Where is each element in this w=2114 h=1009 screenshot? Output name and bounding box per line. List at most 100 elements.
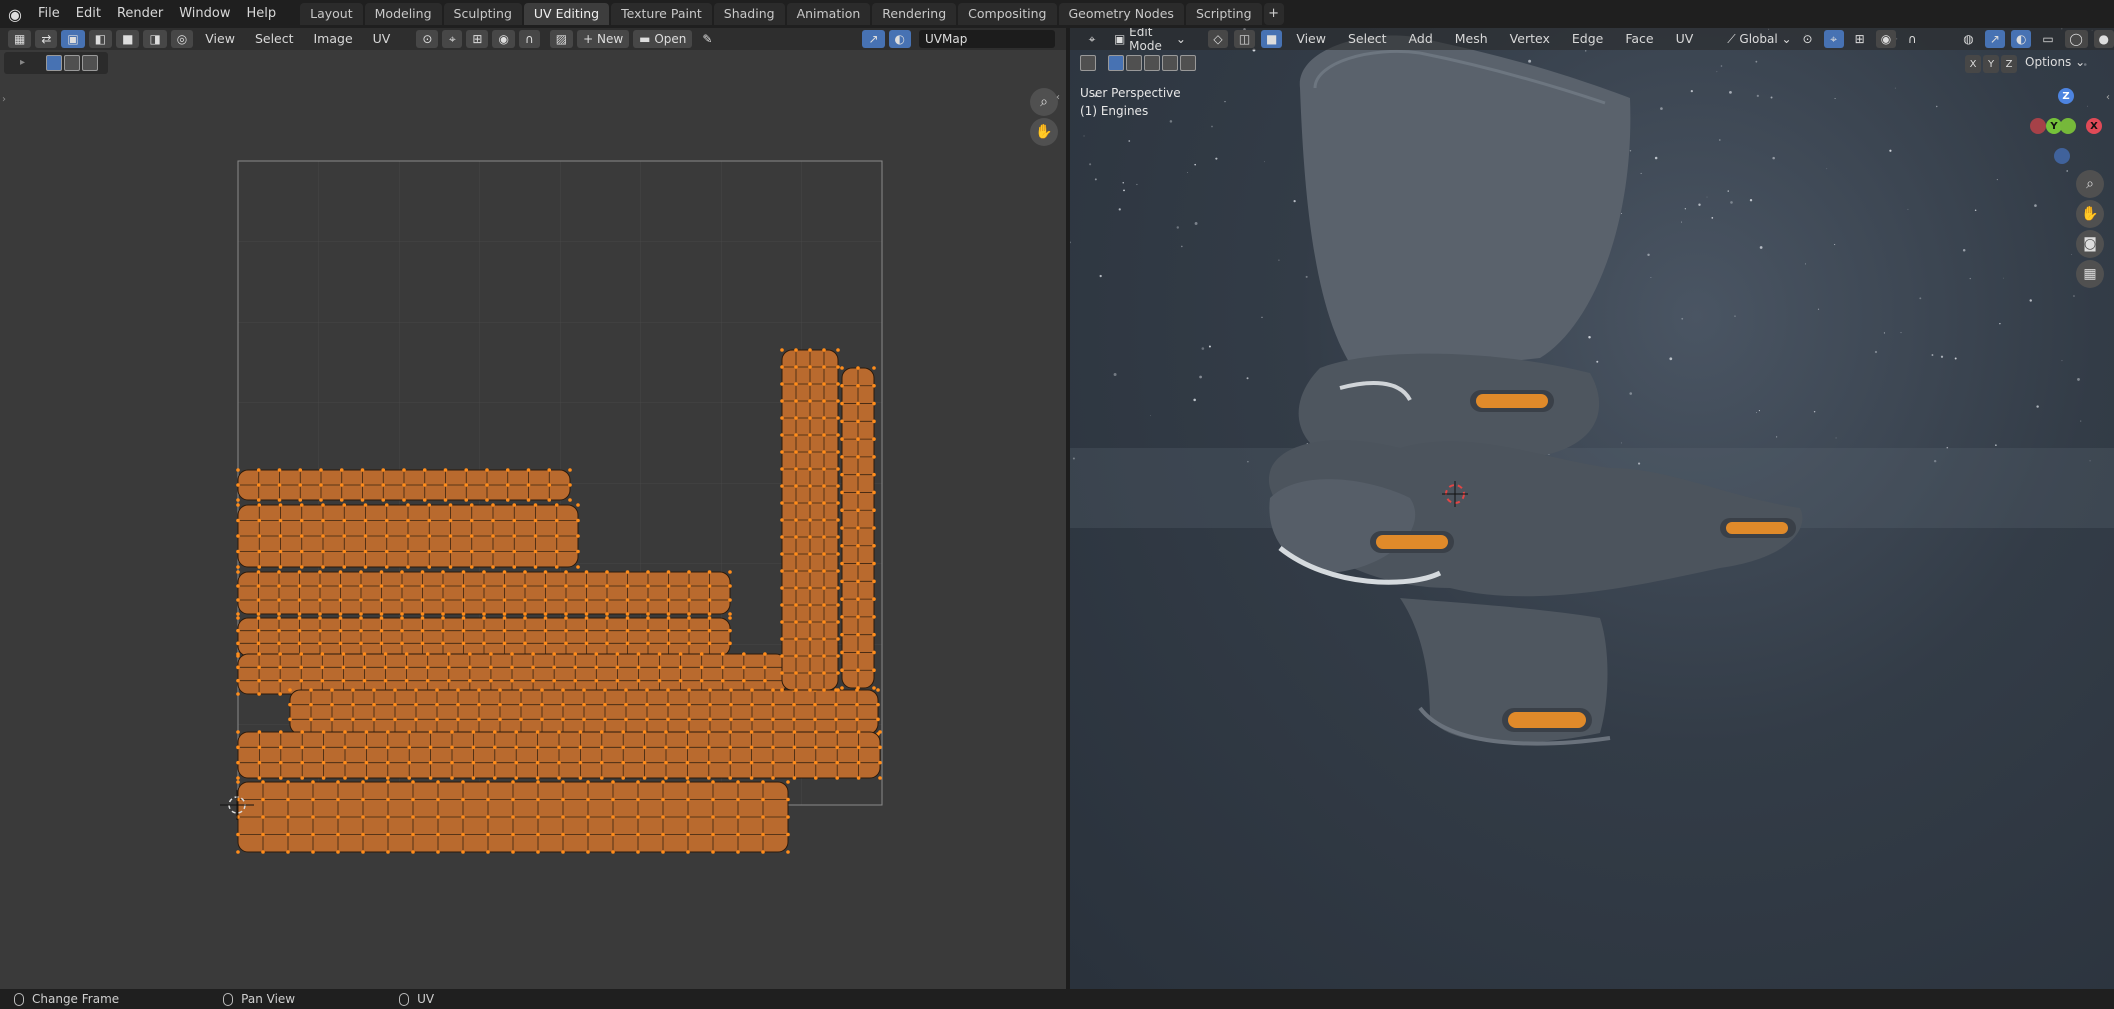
select-subtract-icon[interactable] (1144, 55, 1160, 71)
gizmo-neg-z-icon[interactable] (2054, 148, 2070, 164)
uv-map-field[interactable]: UVMap (919, 30, 1055, 48)
image-browse-icon[interactable]: ▨ (549, 30, 574, 48)
vp-menu-edge[interactable]: Edge (1564, 28, 1611, 50)
pin-icon[interactable]: ✎ (696, 30, 718, 48)
tab-texture-paint[interactable]: Texture Paint (611, 3, 712, 25)
mirror-x-button[interactable]: X (1965, 55, 1981, 73)
sidebar-toggle-icon[interactable]: ‹ (2106, 92, 2110, 103)
edge-select-icon[interactable]: ◧ (88, 30, 113, 48)
xray-icon[interactable]: ▭ (2037, 30, 2058, 48)
add-workspace-button[interactable]: + (1263, 3, 1284, 25)
camera-icon[interactable]: ◙ (2076, 230, 2104, 258)
status-label: Change Frame (32, 992, 120, 1006)
status-label: UV (417, 992, 435, 1006)
select-extend-icon[interactable] (1126, 55, 1142, 71)
snap-target-icon[interactable]: ⊞ (466, 30, 489, 48)
falloff-icon[interactable]: ∩ (1902, 30, 1922, 48)
tab-scripting[interactable]: Scripting (1185, 3, 1262, 25)
zoom-icon[interactable]: ⌕ (2076, 170, 2104, 198)
select-box-icon[interactable] (1108, 55, 1124, 71)
tab-shading[interactable]: Shading (713, 3, 785, 25)
menu-render[interactable]: Render (109, 0, 171, 28)
editor-type-icon[interactable]: ⌖ (1082, 30, 1102, 48)
tab-geometry-nodes[interactable]: Geometry Nodes (1058, 3, 1184, 25)
menu-help[interactable]: Help (239, 0, 285, 28)
status-change-frame: Change Frame (14, 992, 119, 1006)
vp-menu-face[interactable]: Face (1617, 28, 1661, 50)
face-select-icon[interactable]: ■ (116, 30, 140, 48)
show-gizmo-icon[interactable]: ↗ (862, 30, 885, 48)
options-button[interactable]: Options ⌄ (2025, 55, 2085, 69)
vp-menu-add[interactable]: Add (1401, 28, 1441, 50)
vp-menu-view[interactable]: View (1288, 28, 1334, 50)
vp-menu-mesh[interactable]: Mesh (1447, 28, 1496, 50)
pan-hand-icon[interactable]: ✋ (2076, 200, 2104, 228)
viewport-header: ⌖ ▣ Edit Mode ⌄ ◇ ◫ ■ View Select Add Me… (1070, 28, 2114, 53)
gizmo-z-icon[interactable]: Z (2058, 88, 2074, 104)
vertex-mode-icon[interactable]: ◇ (1207, 30, 1228, 48)
uv-canvas[interactable] (0, 50, 1066, 990)
vp-menu-uv[interactable]: UV (1668, 28, 1702, 50)
vp-menu-vertex[interactable]: Vertex (1502, 28, 1558, 50)
falloff-icon[interactable]: ∩ (518, 30, 540, 48)
status-pan-view: Pan View (223, 992, 295, 1006)
gizmo-x-icon[interactable]: X (2086, 118, 2102, 134)
tab-sculpting[interactable]: Sculpting (443, 3, 522, 25)
tab-compositing[interactable]: Compositing (958, 3, 1057, 25)
open-image-button[interactable]: ▬ Open (633, 30, 693, 48)
vp-menu-select[interactable]: Select (1340, 28, 1395, 50)
sync-selection-icon[interactable]: ⇄ (35, 30, 58, 48)
mode-selector[interactable]: ▣ Edit Mode ⌄ (1108, 28, 1192, 53)
tab-rendering[interactable]: Rendering (872, 3, 957, 25)
uv-menu-uv[interactable]: UV (365, 28, 399, 50)
gizmo-neg-x-icon[interactable] (2030, 118, 2046, 134)
proportional-edit-icon[interactable]: ◉ (1875, 30, 1897, 48)
select-mode-bar (1080, 55, 1196, 71)
mouse-left-icon (14, 992, 24, 1006)
vertex-select-icon[interactable]: ▣ (61, 30, 85, 48)
island-select-icon[interactable]: ◨ (143, 30, 167, 48)
sticky-select-icon[interactable]: ◎ (170, 30, 194, 48)
blender-logo-icon[interactable]: ◉ (0, 0, 30, 28)
engines-mesh[interactable] (1268, 35, 1803, 746)
view-perspective-label: User Perspective (1080, 86, 1181, 100)
select-intersect-icon[interactable] (1180, 55, 1196, 71)
uv-menu-view[interactable]: View (197, 28, 243, 50)
shading-solid-icon[interactable]: ● (2093, 30, 2114, 48)
mirror-z-button[interactable]: Z (2001, 55, 2017, 73)
shading-wire-icon[interactable]: ◯ (2064, 30, 2088, 48)
overlay-icon[interactable]: ◐ (888, 30, 911, 48)
gizmo-icon[interactable]: ↗ (1984, 30, 2005, 48)
status-bar: Change Frame Pan View UV (0, 989, 2114, 1009)
snap-icon[interactable]: ⌖ (442, 30, 463, 48)
navigation-gizmo[interactable]: Z Y X (2028, 86, 2108, 166)
visibility-icon[interactable]: ◍ (1958, 30, 1979, 48)
select-invert-icon[interactable] (1162, 55, 1178, 71)
orientation-selector[interactable]: ⟋ Global ⌄ (1727, 30, 1791, 48)
menu-window[interactable]: Window (171, 0, 238, 28)
tab-modeling[interactable]: Modeling (364, 3, 442, 25)
new-image-button[interactable]: + New (577, 30, 630, 48)
edge-mode-icon[interactable]: ◫ (1233, 30, 1256, 48)
menu-edit[interactable]: Edit (68, 0, 109, 28)
snap-target-icon[interactable]: ⊞ (1850, 30, 1870, 48)
uv-editor[interactable]: ▦ ⇄ ▣ ◧ ■ ◨ ◎ View Select Image UV ⊙ ⌖ ⊞… (0, 28, 1066, 989)
snap-icon[interactable]: ⌖ (1823, 30, 1844, 48)
3d-viewport[interactable]: ⌖ ▣ Edit Mode ⌄ ◇ ◫ ■ View Select Add Me… (1070, 28, 2114, 989)
mirror-y-button[interactable]: Y (1983, 55, 1999, 73)
tab-animation[interactable]: Animation (786, 3, 871, 25)
top-bar: ◉ File Edit Render Window Help Layout Mo… (0, 0, 2114, 28)
overlay-icon[interactable]: ◐ (2010, 30, 2032, 48)
pivot-icon[interactable]: ⊙ (1797, 30, 1817, 48)
perspective-grid-icon[interactable]: ▦ (2076, 260, 2104, 288)
menu-file[interactable]: File (30, 0, 68, 28)
pivot-icon[interactable]: ⊙ (416, 30, 439, 48)
editor-type-icon[interactable]: ▦ (8, 30, 32, 48)
tab-uv-editing[interactable]: UV Editing (523, 3, 610, 25)
tweak-icon[interactable] (1080, 55, 1096, 71)
tab-layout[interactable]: Layout (300, 3, 363, 25)
uv-menu-select[interactable]: Select (247, 28, 302, 50)
face-mode-icon[interactable]: ■ (1261, 30, 1283, 48)
proportional-edit-icon[interactable]: ◉ (492, 30, 515, 48)
uv-menu-image[interactable]: Image (306, 28, 361, 50)
